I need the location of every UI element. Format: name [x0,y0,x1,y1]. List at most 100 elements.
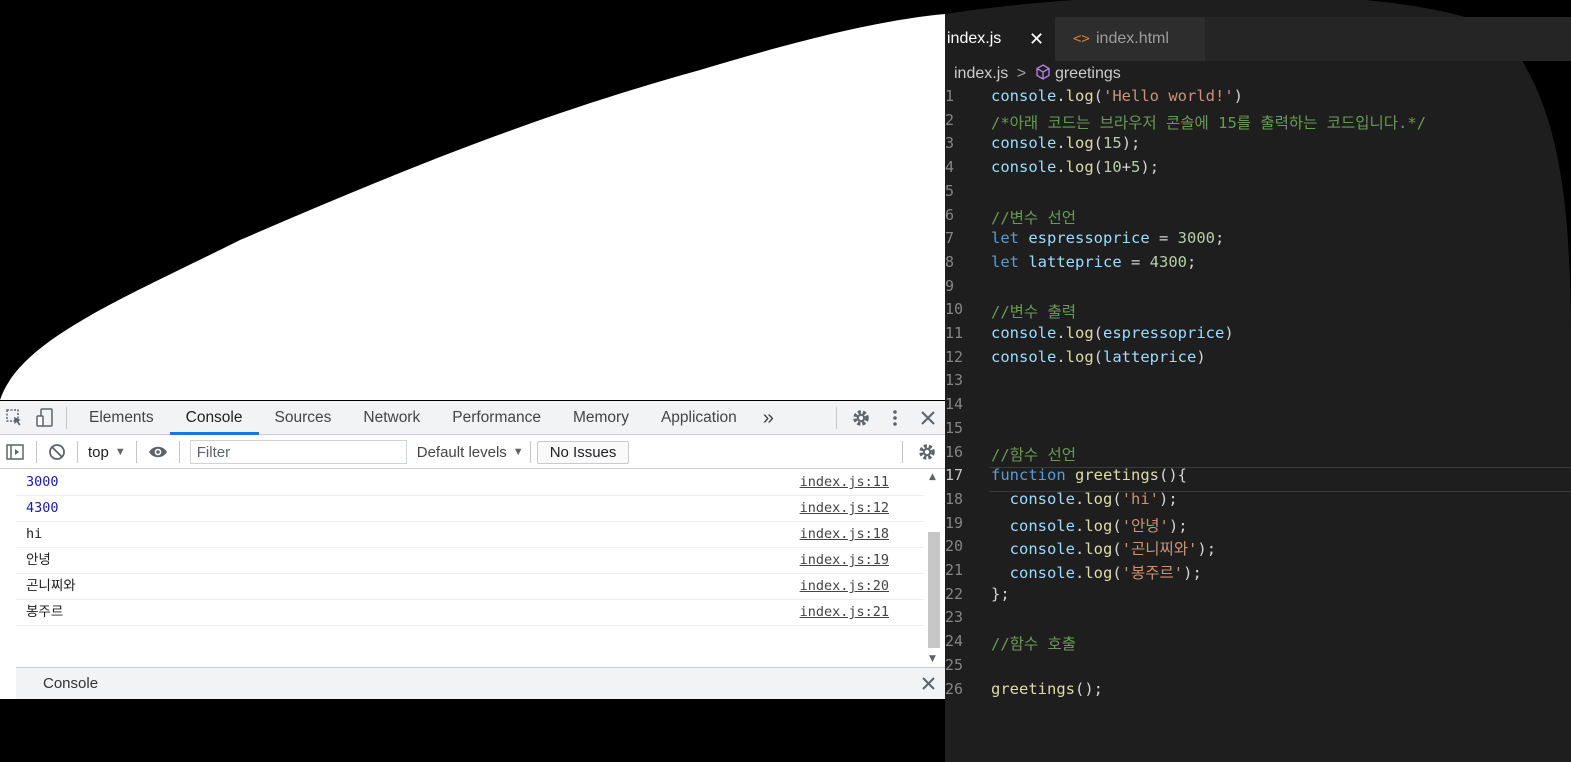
symbol-method-icon [1035,64,1055,82]
code-line: //변수 선언 [991,206,1076,228]
breadcrumb-symbol[interactable]: greetings [1055,65,1121,82]
devtools-tab-bar: Elements Console Sources Network Performance… [0,401,945,435]
settings-gear-icon[interactable] [843,408,879,428]
code-line: /*아래 코드는 브라우저 콘솔에 15를 출력하는 코드입니다.*/ [991,111,1426,133]
inspect-element-icon[interactable] [0,408,30,427]
devtools-tab-network[interactable]: Network [347,401,436,435]
code-token: log [1084,516,1113,535]
code-token: ( [1093,324,1104,342]
breadcrumb-file[interactable]: index.js [954,65,1008,82]
console-source-link[interactable]: index.js:12 [800,496,889,521]
console-message-text: 안녕 [26,552,51,568]
sidebar-toggle-icon[interactable] [0,444,30,460]
console-log: 3000 index.js:11 4300 index.js:12 hi index.js… [16,470,924,626]
more-tabs-button[interactable]: » [753,401,784,435]
context-selector[interactable]: top ▼ [84,444,130,461]
code-token: '곤니찌와' [1121,540,1198,559]
console-source-link[interactable]: index.js:21 [800,600,889,625]
code-line: //변수 출력 [991,300,1076,322]
console-message-text: 4300 [26,500,59,516]
code-token: 'hi' [1121,489,1160,508]
code-token: console [991,564,1075,582]
console-source-link[interactable]: index.js:20 [800,574,889,599]
code-token: = [1149,229,1178,248]
code-token: ) [1224,324,1234,342]
scrollbar-thumb[interactable] [928,532,940,648]
filter-input[interactable] [189,440,407,464]
console-drawer-bar: Console [16,667,945,699]
code-token: '봉주르' [1121,564,1184,582]
toolbar-divider [836,406,837,429]
code-token: console [991,516,1075,535]
console-settings-gear-icon[interactable] [909,442,945,462]
line-number: 23 [945,608,964,627]
line-number: 10 [945,300,964,319]
devtools-tab-console[interactable]: Console [169,401,259,435]
devtools-tab-elements[interactable]: Elements [73,401,170,435]
breadcrumb: index.js > greetings [954,63,1121,85]
devtools-tab-performance[interactable]: Performance [436,401,557,435]
devtools-tabs: Elements Console Sources Network Performance… [73,401,753,435]
code-line: let espressoprice = 3000; [991,229,1224,247]
line-number: 5 [945,181,955,200]
clear-console-icon[interactable] [43,443,71,461]
close-drawer-icon[interactable] [911,677,945,690]
code-token: 4300 [1149,252,1187,271]
chevron-right-icon: > [1016,65,1027,82]
code-token: let [991,229,1019,248]
device-toolbar-icon[interactable] [30,407,60,428]
code-token: log [1084,540,1113,559]
code-token: ( [1112,540,1122,559]
context-value: top [88,443,109,461]
editor-tab-index-html[interactable]: <> index.html [1055,17,1205,61]
devtools-tab-application[interactable]: Application [645,401,753,435]
code-token: = [1121,252,1150,271]
code-line: console.log('곤니찌와'); [991,537,1216,559]
code-token: console [991,134,1057,153]
code-token: //함수 호출 [991,635,1077,654]
line-number: 6 [945,205,955,224]
code-line: greetings(); [991,680,1103,698]
code-token: /*아래 코드는 브라우저 콘솔에 15를 출력하는 코드입니다.*/ [991,113,1427,132]
code-token: ); [1140,158,1160,177]
code-token: console [991,87,1057,105]
log-levels-dropdown[interactable]: Default levels ▼ [417,444,524,461]
line-number: 15 [945,418,964,437]
code-token: ); [1197,540,1217,559]
code-line: console.log('안녕'); [991,514,1188,536]
code-token: log [1084,489,1113,508]
drawer-tab-console[interactable]: Console [43,675,98,692]
white-cutout [0,14,945,400]
console-message-text: hi [26,526,43,542]
code-token: //함수 선언 [991,445,1077,464]
scroll-down-arrow-icon[interactable]: ▼ [929,654,936,664]
console-source-link[interactable]: index.js:19 [800,548,889,573]
scroll-up-arrow-icon[interactable]: ▲ [929,472,936,482]
line-number: 25 [945,655,964,674]
code-token: 15 [1103,134,1122,153]
issues-button[interactable]: No Issues [536,440,630,464]
kebab-menu-icon[interactable] [879,409,911,427]
editor-tab-bar: index.js ✕ <> index.html [945,17,1571,61]
code-token: ( [1112,564,1122,582]
devtools-panel: Elements Console Sources Network Performance… [0,401,945,699]
code-token: log [1065,347,1094,366]
live-expression-eye-icon[interactable] [143,445,173,459]
devtools-tab-memory[interactable]: Memory [557,401,645,435]
code-token: ( [1093,87,1104,105]
code-line: console.log(espressoprice) [991,324,1234,342]
code-token: . [1075,489,1085,508]
code-token: (); [1075,679,1103,698]
code-token: latteprice [1028,252,1122,271]
code-token: . [1056,158,1066,177]
close-devtools-icon[interactable] [911,410,945,425]
devtools-tab-sources[interactable]: Sources [259,401,348,435]
console-source-link[interactable]: index.js:18 [800,522,889,547]
console-source-link[interactable]: index.js:11 [800,470,889,495]
close-tab-icon[interactable]: ✕ [1029,17,1044,61]
editor-tab-index-js[interactable]: index.js ✕ [945,17,1055,61]
code-token: ); [1121,134,1141,153]
console-scrollbar[interactable]: ▲ ▼ [926,470,942,666]
code-token: ( [1112,516,1122,535]
